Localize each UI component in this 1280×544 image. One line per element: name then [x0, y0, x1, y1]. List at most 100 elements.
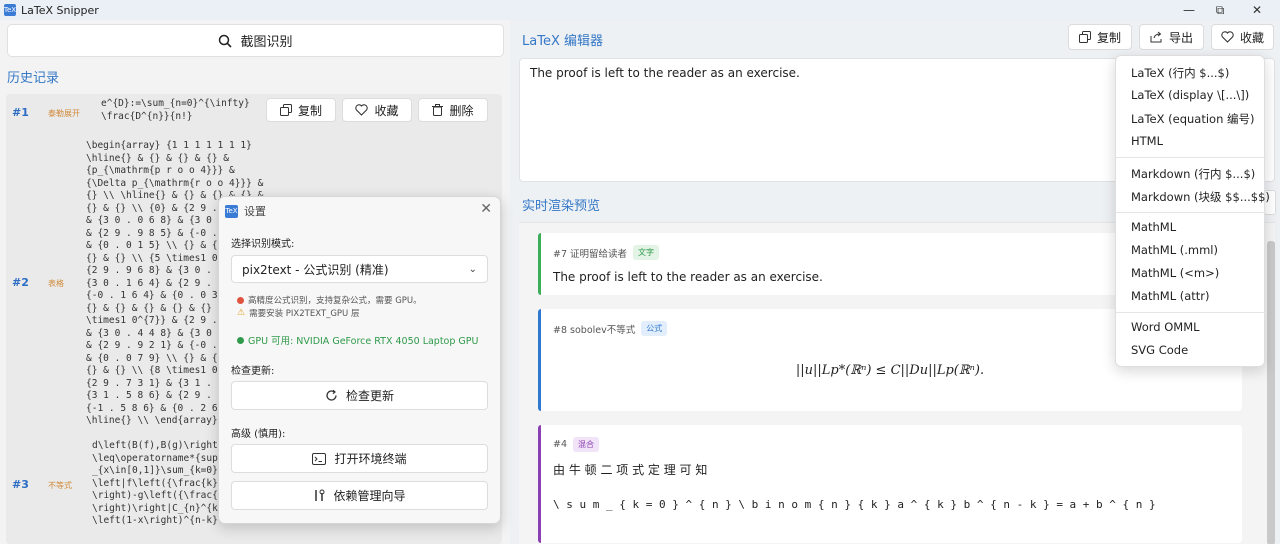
settings-dialog: TeX 设置 ✕ 选择识别模式: pix2text - 公式识别 (精准) ⌄ …	[218, 196, 501, 524]
app-title: LaTeX Snipper	[21, 3, 99, 17]
chevron-down-icon: ⌄	[468, 263, 477, 275]
history-tag: 表格	[48, 279, 64, 288]
capture-button[interactable]: 截图识别	[7, 24, 504, 57]
history-number: #3	[12, 478, 29, 491]
menu-item-markdown-inline[interactable]: Markdown (行内 $...$)	[1131, 166, 1255, 182]
card-meta: #8 sobolev不等式 公式	[553, 321, 668, 336]
card-accent-bar	[538, 309, 541, 411]
mode-value: pix2text - 公式识别 (精准)	[242, 262, 389, 277]
menu-item-mathml-mml[interactable]: MathML (.mml)	[1131, 243, 1218, 257]
menu-item-svg-code[interactable]: SVG Code	[1131, 343, 1188, 357]
check-update-button[interactable]: 检查更新	[231, 381, 488, 410]
editor-favorite-button[interactable]: 收藏	[1211, 24, 1274, 50]
copy-icon	[1078, 31, 1091, 43]
card-accent-bar	[538, 233, 541, 295]
menu-divider	[1116, 212, 1266, 213]
export-label: 导出	[1168, 30, 1193, 45]
export-menu: LaTeX (行内 $...$) LaTeX (display \[...\])…	[1115, 55, 1270, 367]
menu-divider	[1116, 312, 1266, 313]
maximize-button[interactable]: ⧉	[1203, 0, 1237, 20]
menu-item-latex-display[interactable]: LaTeX (display \[...\])	[1131, 88, 1249, 102]
menu-item-html[interactable]: HTML	[1131, 134, 1163, 148]
settings-title: 设置	[244, 205, 266, 218]
history-copy-button[interactable]: 复制	[266, 98, 336, 122]
update-label: 检查更新:	[231, 366, 275, 377]
history-tag: 不等式	[48, 481, 72, 490]
capture-label: 截图识别	[240, 35, 293, 50]
gpu-status: GPU 可用: NVIDIA GeForce RTX 4050 Laptop G…	[237, 333, 478, 347]
close-button[interactable]: ✕	[1240, 0, 1274, 20]
status-dot-icon	[237, 336, 244, 344]
card-meta: #4 混合	[553, 437, 600, 452]
menu-divider	[1116, 157, 1266, 158]
mode-note: 高精度公式识别，支持复杂公式，需要 GPU。	[237, 294, 422, 306]
card-title: #7 证明留给读者	[553, 248, 628, 260]
editor-content: The proof is left to the reader as an ex…	[530, 66, 800, 80]
settings-close-button[interactable]: ✕	[480, 201, 492, 217]
search-icon	[219, 34, 233, 48]
history-title: 历史记录	[7, 71, 60, 86]
card-badge: 混合	[573, 437, 600, 452]
mode-warning: ⚠ 需要安装 PIX2TEXT_GPU 层	[237, 307, 359, 319]
share-icon	[1150, 31, 1162, 43]
favorite-label: 收藏	[374, 103, 399, 118]
open-terminal-label: 打开环境终端	[334, 452, 407, 466]
preview-card[interactable]: #4 混合 由 牛 顿 二 项 式 定 理 可 知 \ s u m _ { k …	[538, 425, 1242, 543]
mode-warning-text: 需要安装 PIX2TEXT_GPU 层	[249, 309, 360, 319]
preview-title: 实时渲染预览	[522, 199, 601, 214]
preview-scrollbar[interactable]	[1267, 241, 1275, 544]
title-bar: TeX LaTeX Snipper — ⧉ ✕	[0, 0, 1280, 20]
settings-app-icon: TeX	[225, 204, 238, 218]
card-latex: \ s u m _ { k = 0 } ^ { n } \ b i n o m …	[553, 498, 1156, 511]
copy-icon	[279, 104, 292, 116]
check-update-label: 检查更新	[345, 389, 394, 403]
settings-header: TeX 设置	[225, 203, 266, 219]
card-title: #4	[553, 439, 568, 450]
trash-icon	[432, 104, 444, 116]
history-number: #1	[12, 106, 29, 119]
history-code: d\left(B(f),B(g)\right) \leq\operatornam…	[92, 440, 230, 526]
heart-icon	[1221, 31, 1234, 43]
history-number: #2	[12, 276, 29, 289]
card-title: #8 sobolev不等式	[553, 324, 636, 336]
menu-item-mathml-attr[interactable]: MathML (attr)	[1131, 289, 1210, 303]
history-item[interactable]: #1 泰勒展开 e^{D}:=\sum_{n=0}^{\infty} \frac…	[6, 94, 496, 134]
heart-icon	[355, 104, 369, 116]
copy-label: 复制	[297, 103, 322, 118]
dependency-wizard-button[interactable]: 依赖管理向导	[231, 481, 488, 510]
history-tag: 泰勒展开	[48, 109, 80, 118]
mode-note-text: 高精度公式识别，支持复杂公式，需要 GPU。	[248, 296, 422, 306]
menu-item-mathml-m[interactable]: MathML (<m>)	[1131, 266, 1219, 280]
card-text: 由 牛 顿 二 项 式 定 理 可 知	[553, 463, 708, 477]
card-badge: 公式	[641, 321, 668, 336]
menu-item-markdown-block[interactable]: Markdown (块级 $$...$$)	[1131, 189, 1270, 205]
menu-item-latex-equation[interactable]: LaTeX (equation 编号)	[1131, 111, 1255, 127]
menu-item-word-omml[interactable]: Word OMML	[1131, 320, 1200, 334]
refresh-icon	[326, 389, 337, 401]
tools-icon	[315, 489, 325, 501]
history-delete-button[interactable]: 删除	[418, 98, 488, 122]
mode-select[interactable]: pix2text - 公式识别 (精准) ⌄	[231, 255, 488, 283]
history-favorite-button[interactable]: 收藏	[342, 98, 412, 122]
editor-copy-button[interactable]: 复制	[1068, 24, 1132, 50]
delete-label: 删除	[449, 103, 474, 118]
app-icon: TeX	[3, 4, 17, 16]
mode-label: 选择识别模式:	[231, 239, 295, 250]
card-text: The proof is left to the reader as an ex…	[553, 270, 823, 284]
gpu-status-text: GPU 可用: NVIDIA GeForce RTX 4050 Laptop G…	[248, 336, 479, 347]
editor-title: LaTeX 编辑器	[522, 34, 603, 49]
open-terminal-button[interactable]: 打开环境终端	[231, 444, 488, 473]
dependency-wizard-label: 依赖管理向导	[333, 489, 406, 503]
minimize-button[interactable]: —	[1172, 0, 1206, 20]
editor-favorite-label: 收藏	[1239, 30, 1264, 45]
info-dot-icon	[237, 296, 244, 304]
menu-item-latex-inline[interactable]: LaTeX (行内 $...$)	[1131, 65, 1229, 81]
history-code: e^{D}:=\sum_{n=0}^{\infty} \frac{D^{n}}{…	[101, 98, 250, 122]
warning-icon: ⚠	[237, 308, 246, 318]
menu-item-mathml[interactable]: MathML	[1131, 220, 1176, 234]
card-meta: #7 证明留给读者 文字	[553, 245, 660, 260]
terminal-icon	[312, 452, 327, 465]
advanced-label: 高级 (慎用):	[231, 429, 286, 440]
card-accent-bar	[538, 425, 541, 543]
export-button[interactable]: 导出	[1139, 24, 1204, 50]
